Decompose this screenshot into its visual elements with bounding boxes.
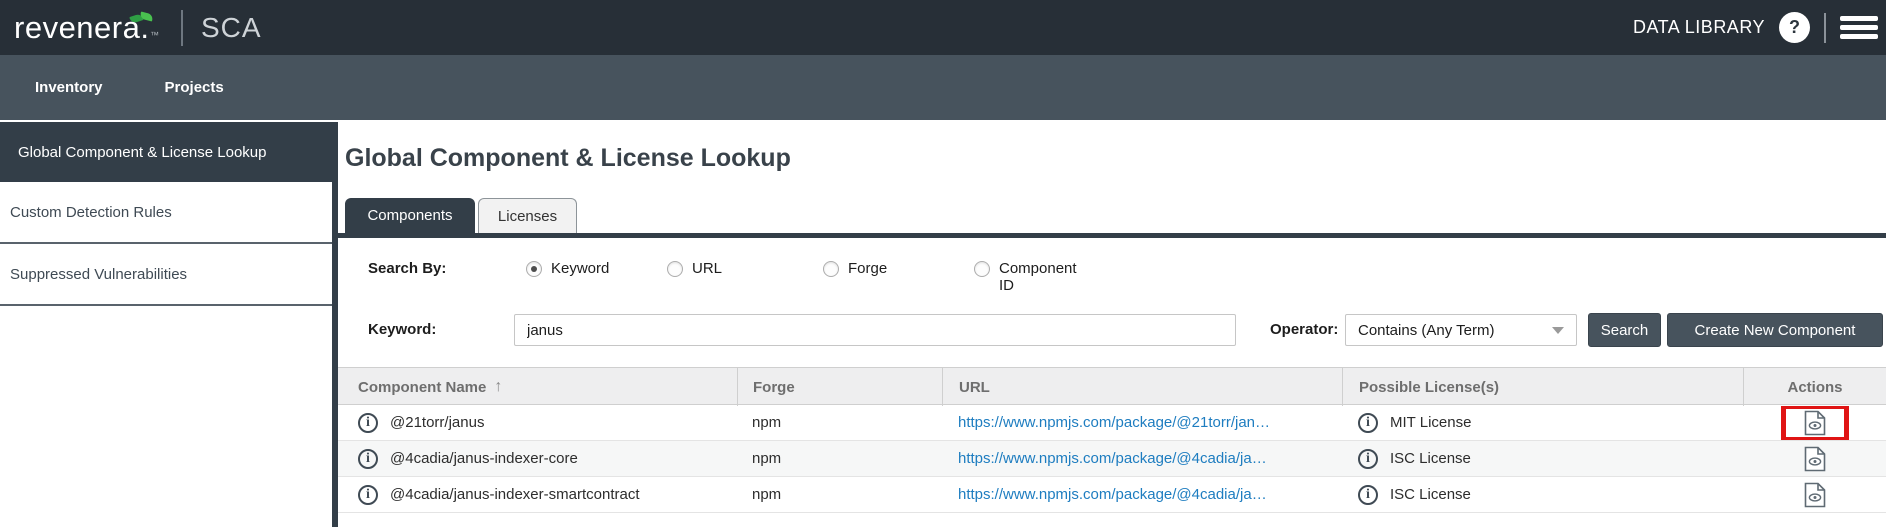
component-name: @21torr/janus: [390, 414, 484, 431]
brand-trademark: ™: [150, 30, 159, 40]
radio-url-label: URL: [692, 260, 722, 277]
header-right-group: DATA LIBRARY ?: [1633, 12, 1878, 43]
radio-component-id[interactable]: Component ID: [974, 260, 1083, 294]
column-header-component-name[interactable]: Component Name ↑: [338, 368, 737, 406]
product-name: SCA: [201, 12, 262, 44]
radio-url[interactable]: URL: [667, 260, 722, 277]
forge-value: npm: [737, 450, 942, 467]
radio-forge-label: Forge: [848, 260, 887, 277]
tab-components[interactable]: Components: [345, 198, 475, 233]
search-button[interactable]: Search: [1588, 313, 1661, 347]
nav-item-inventory[interactable]: Inventory: [35, 79, 103, 96]
component-url-link[interactable]: https://www.npmjs.com/package/@4cadia/ja…: [958, 486, 1267, 503]
tab-licenses[interactable]: Licenses: [478, 198, 577, 233]
chevron-down-icon: [1552, 327, 1564, 334]
info-icon[interactable]: i: [358, 413, 378, 433]
help-icon[interactable]: ?: [1779, 12, 1810, 43]
license-name: ISC License: [1390, 450, 1471, 467]
brand-name: revenera: [14, 10, 140, 46]
view-component-icon[interactable]: [1804, 482, 1826, 508]
info-icon[interactable]: i: [358, 485, 378, 505]
component-name: @4cadia/janus-indexer-smartcontract: [390, 486, 640, 503]
component-name: @4cadia/janus-indexer-core: [390, 450, 578, 467]
info-icon[interactable]: i: [1358, 485, 1378, 505]
operator-label: Operator:: [1270, 321, 1338, 338]
keyword-input[interactable]: [514, 314, 1236, 346]
info-icon[interactable]: i: [358, 449, 378, 469]
logo-divider: [181, 10, 183, 46]
page-title: Global Component & License Lookup: [345, 144, 791, 173]
table-row: i @4cadia/janus-indexer-smartcontract np…: [338, 477, 1886, 513]
radio-keyword-circle[interactable]: [526, 261, 542, 277]
results-table: Component Name ↑ Forge URL Possible Lice…: [338, 367, 1886, 513]
radio-component-id-label: Component ID: [999, 260, 1083, 294]
operator-select[interactable]: Contains (Any Term): [1345, 314, 1577, 346]
hamburger-menu-icon[interactable]: [1840, 16, 1878, 39]
radio-component-id-circle[interactable]: [974, 261, 990, 277]
view-details-highlight-box: [1783, 406, 1847, 440]
view-component-icon[interactable]: [1804, 410, 1826, 436]
keyword-label: Keyword:: [368, 321, 436, 338]
sort-ascending-icon[interactable]: ↑: [494, 378, 502, 396]
component-url-link[interactable]: https://www.npmjs.com/package/@21torr/ja…: [958, 414, 1270, 431]
search-by-label: Search By:: [368, 260, 446, 277]
view-component-icon[interactable]: [1804, 446, 1826, 472]
column-header-actions: Actions: [1743, 368, 1886, 406]
license-name: MIT License: [1390, 414, 1471, 431]
revenera-logo: revenera.™ SCA: [14, 10, 262, 46]
radio-url-circle[interactable]: [667, 261, 683, 277]
main-content: Global Component & License Lookup Compon…: [338, 120, 1886, 531]
info-icon[interactable]: i: [1358, 449, 1378, 469]
radio-forge-circle[interactable]: [823, 261, 839, 277]
sidebar: Global Component & License Lookup Custom…: [0, 120, 332, 531]
tabbar-border: [338, 233, 1886, 238]
table-row: i @4cadia/janus-indexer-core npm https:/…: [338, 441, 1886, 477]
top-header: revenera.™ SCA DATA LIBRARY ?: [0, 0, 1886, 55]
radio-keyword[interactable]: Keyword: [526, 260, 609, 277]
sidebar-item-global-component-license-lookup[interactable]: Global Component & License Lookup: [0, 122, 338, 182]
nav-item-projects[interactable]: Projects: [165, 79, 224, 96]
main-nav: Inventory Projects: [0, 55, 1886, 120]
column-header-url[interactable]: URL: [942, 368, 1342, 406]
table-row: i @21torr/janus npm https://www.npmjs.co…: [338, 405, 1886, 441]
header-divider: [1824, 13, 1826, 43]
radio-forge[interactable]: Forge: [823, 260, 887, 277]
forge-value: npm: [737, 414, 942, 431]
data-library-label[interactable]: DATA LIBRARY: [1633, 17, 1765, 38]
sidebar-item-suppressed-vulnerabilities[interactable]: Suppressed Vulnerabilities: [0, 244, 332, 306]
forge-value: npm: [737, 486, 942, 503]
radio-keyword-label: Keyword: [551, 260, 609, 277]
column-header-forge[interactable]: Forge: [737, 368, 942, 406]
app-window: revenera.™ SCA DATA LIBRARY ? Inventory …: [0, 0, 1886, 531]
info-icon[interactable]: i: [1358, 413, 1378, 433]
operator-selected-value: Contains (Any Term): [1358, 322, 1494, 339]
table-header-row: Component Name ↑ Forge URL Possible Lice…: [338, 367, 1886, 405]
create-new-component-button[interactable]: Create New Component: [1667, 313, 1883, 347]
license-name: ISC License: [1390, 486, 1471, 503]
sidebar-item-custom-detection-rules[interactable]: Custom Detection Rules: [0, 182, 332, 244]
column-header-possible-licenses[interactable]: Possible License(s): [1342, 368, 1743, 406]
component-url-link[interactable]: https://www.npmjs.com/package/@4cadia/ja…: [958, 450, 1267, 467]
